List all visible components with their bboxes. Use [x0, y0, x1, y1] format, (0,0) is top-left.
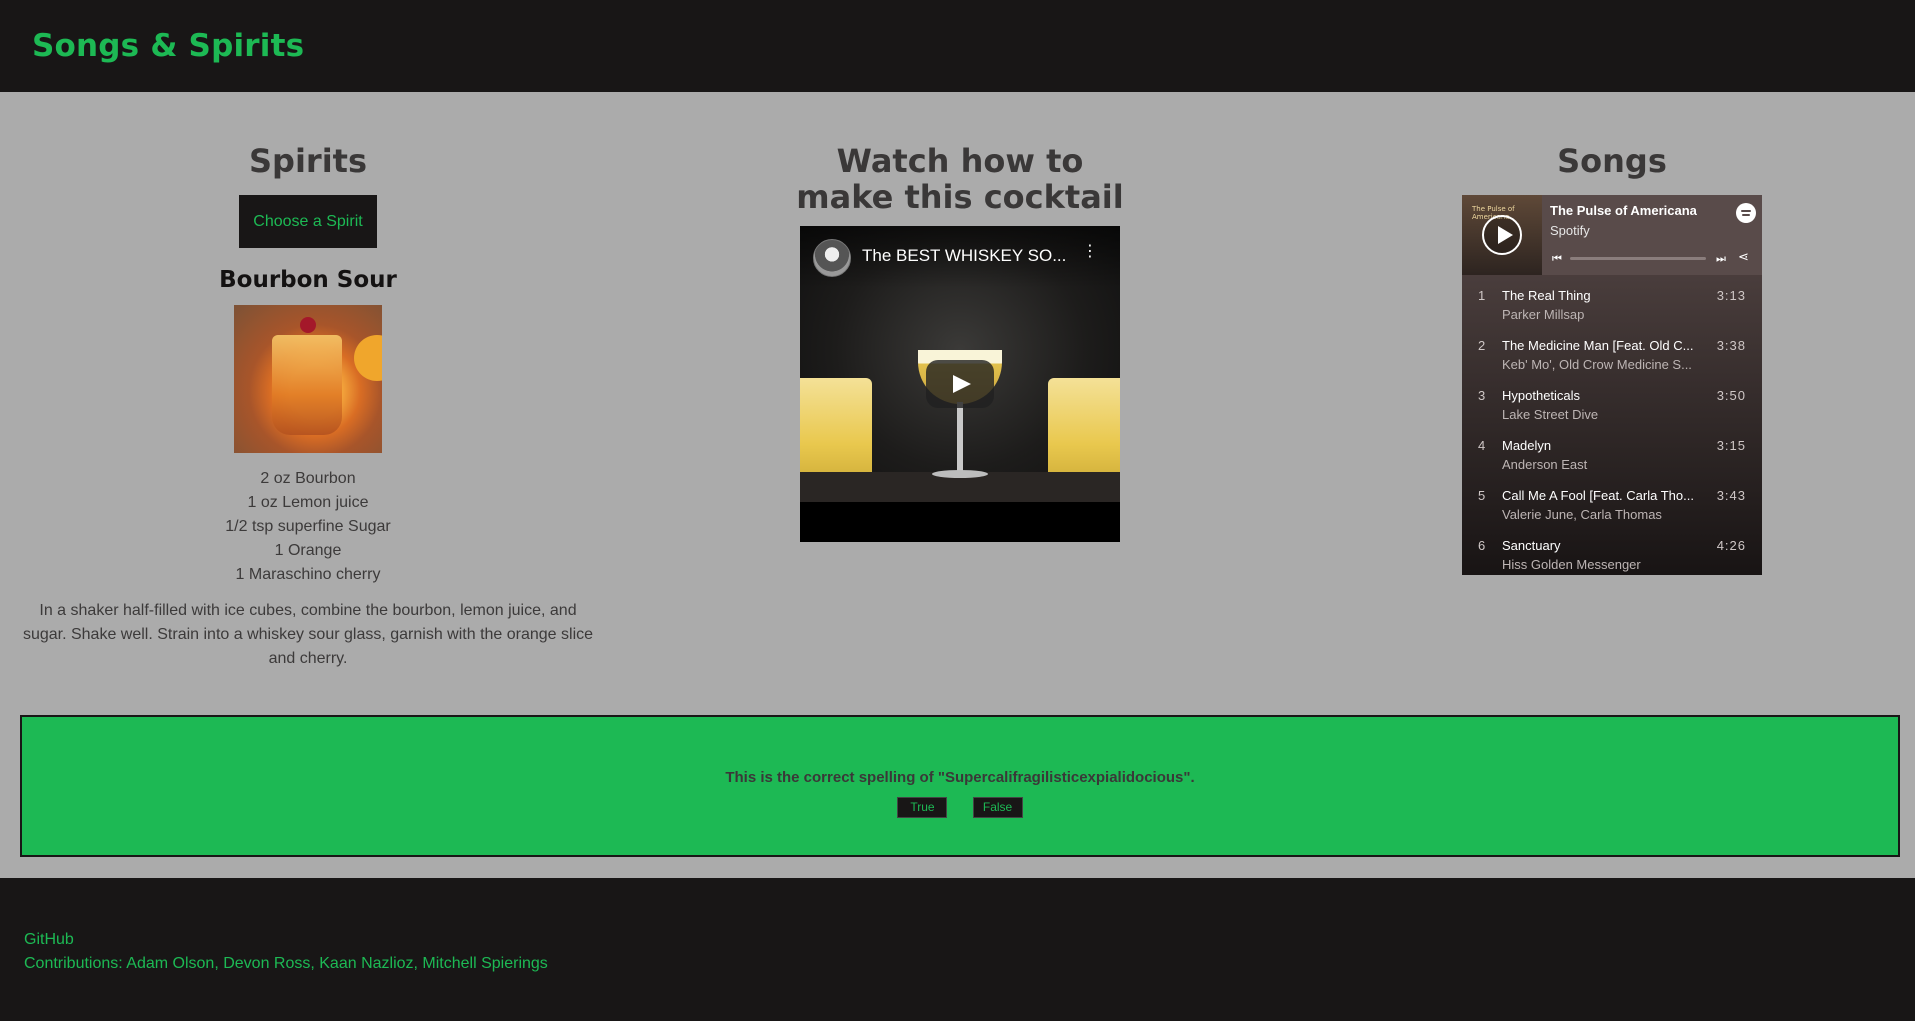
- ingredient-item: 1/2 tsp superfine Sugar: [225, 518, 391, 535]
- track-artist: Valerie June, Carla Thomas: [1502, 507, 1662, 522]
- track-row[interactable]: 5 Call Me A Fool [Feat. Carla Tho... Val…: [1462, 479, 1762, 529]
- track-duration: 3:50: [1716, 388, 1746, 403]
- track-row[interactable]: 2 The Medicine Man [Feat. Old C... Keb' …: [1462, 329, 1762, 379]
- spotify-header: The Pulse of Americana The Pulse of Amer…: [1462, 195, 1762, 275]
- track-duration: 3:13: [1716, 288, 1746, 303]
- orange-garnish: [354, 335, 382, 381]
- songs-section: Songs The Pulse of Americana The Pulse o…: [1440, 92, 1784, 575]
- github-link[interactable]: GitHub: [24, 928, 1891, 952]
- track-row[interactable]: 6 Sanctuary Hiss Golden Messenger 4:26: [1462, 529, 1762, 575]
- false-button[interactable]: False: [972, 797, 1023, 818]
- contributions-text: Contributions: Adam Olson, Devon Ross, K…: [24, 955, 548, 972]
- more-options-icon[interactable]: ⋮: [1082, 243, 1098, 259]
- quiz-buttons: True False: [22, 796, 1898, 818]
- track-duration: 3:15: [1716, 438, 1746, 453]
- video-section-title: Watch how to make this cocktail: [796, 142, 1124, 216]
- songs-title: Songs: [1557, 142, 1667, 180]
- track-name: The Medicine Man [Feat. Old C...: [1502, 338, 1694, 353]
- track-name: Madelyn: [1502, 438, 1552, 453]
- track-artist: Parker Millsap: [1502, 307, 1585, 322]
- track-name: Hypotheticals: [1502, 388, 1581, 403]
- coupe-stem: [957, 402, 963, 472]
- track-name: The Real Thing: [1502, 288, 1591, 303]
- cocktail-image: [234, 305, 382, 453]
- recipe-instructions: In a shaker half-filled with ice cubes, …: [22, 602, 594, 667]
- track-artist: Lake Street Dive: [1502, 407, 1599, 422]
- track-number: 1: [1478, 288, 1486, 303]
- cherry-garnish: [300, 317, 316, 333]
- track-number: 2: [1478, 338, 1486, 353]
- track-name: Sanctuary: [1502, 538, 1561, 553]
- video-section: Watch how to make this cocktail The BEST…: [788, 92, 1132, 542]
- track-artist: Keb' Mo', Old Crow Medicine S...: [1502, 357, 1692, 372]
- ingredient-item: 1 Orange: [274, 542, 342, 559]
- main-content: Spirits Choose a Spirit Bourbon Sour 2 o…: [0, 92, 1915, 878]
- spotify-logo-icon[interactable]: [1736, 203, 1756, 223]
- progress-bar[interactable]: [1570, 257, 1706, 260]
- track-number: 3: [1478, 388, 1486, 403]
- ingredient-item: 1 Maraschino cherry: [235, 566, 381, 583]
- ingredient-item: 2 oz Bourbon: [260, 470, 356, 487]
- track-artist: Hiss Golden Messenger: [1502, 557, 1641, 572]
- track-duration: 4:26: [1716, 538, 1746, 553]
- track-duration: 3:38: [1716, 338, 1746, 353]
- play-button-icon[interactable]: [926, 360, 994, 408]
- previous-track-icon[interactable]: ⏮: [1552, 252, 1562, 266]
- track-duration: 3:43: [1716, 488, 1746, 503]
- track-row[interactable]: 4 Madelyn Anderson East 3:15: [1462, 429, 1762, 479]
- true-button[interactable]: True: [897, 797, 948, 818]
- track-artist: Anderson East: [1502, 457, 1588, 472]
- ingredient-list: 2 oz Bourbon 1 oz Lemon juice 1/2 tsp su…: [20, 467, 596, 587]
- track-list: 1 The Real Thing Parker Millsap 3:13 2 T…: [1462, 275, 1762, 575]
- channel-avatar[interactable]: [813, 239, 851, 277]
- glass-shape: [272, 335, 342, 435]
- site-footer: GitHub Contributions: Adam Olson, Devon …: [0, 878, 1915, 1021]
- video-title[interactable]: The BEST WHISKEY SO...: [862, 246, 1066, 266]
- quiz-question: This is the correct spelling of "Superca…: [725, 769, 1195, 786]
- track-number: 6: [1478, 538, 1486, 553]
- coupe-foot: [932, 470, 988, 478]
- quiz-panel: This is the correct spelling of "Superca…: [20, 715, 1900, 857]
- spirits-section: Spirits Choose a Spirit Bourbon Sour 2 o…: [20, 92, 596, 671]
- spotify-play-icon[interactable]: [1482, 215, 1522, 255]
- share-icon[interactable]: ⋖: [1738, 250, 1749, 265]
- next-track-icon[interactable]: ⏭: [1716, 252, 1726, 266]
- playlist-title[interactable]: The Pulse of Americana: [1550, 203, 1697, 218]
- youtube-embed[interactable]: The BEST WHISKEY SO... ⋮: [800, 226, 1120, 542]
- choose-spirit-button[interactable]: Choose a Spirit: [239, 195, 377, 248]
- recipe-name: Bourbon Sour: [219, 267, 397, 293]
- spirits-title: Spirits: [248, 142, 367, 180]
- site-header: Songs & Spirits: [0, 0, 1915, 92]
- ingredient-item: 1 oz Lemon juice: [247, 494, 369, 511]
- playlist-source: Spotify: [1550, 223, 1590, 238]
- track-number: 5: [1478, 488, 1486, 503]
- playlist-cover: The Pulse of Americana: [1462, 195, 1542, 275]
- track-name: Call Me A Fool [Feat. Carla Tho...: [1502, 488, 1694, 503]
- site-brand[interactable]: Songs & Spirits: [32, 28, 304, 64]
- spotify-embed: The Pulse of Americana The Pulse of Amer…: [1462, 195, 1762, 575]
- track-row[interactable]: 3 Hypotheticals Lake Street Dive 3:50: [1462, 379, 1762, 429]
- track-row[interactable]: 1 The Real Thing Parker Millsap 3:13: [1462, 279, 1762, 329]
- track-number: 4: [1478, 438, 1486, 453]
